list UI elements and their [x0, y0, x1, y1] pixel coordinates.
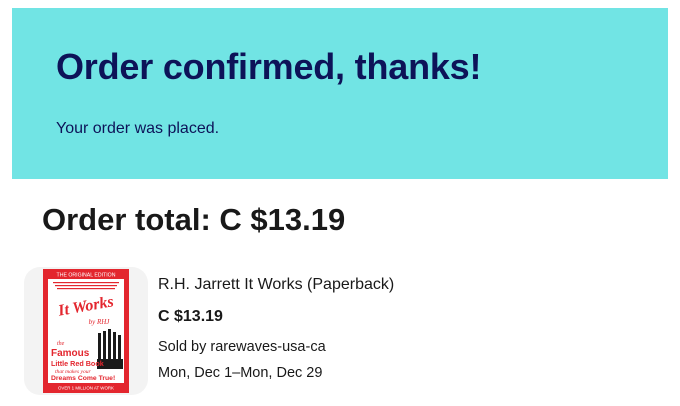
book-author: by RHJ: [89, 318, 111, 326]
confirmation-banner: Order confirmed, thanks! Your order was …: [12, 8, 668, 179]
item-delivery-estimate: Mon, Dec 1–Mon, Dec 29: [158, 365, 323, 381]
confirmation-title: Order confirmed, thanks!: [56, 46, 482, 87]
item-thumbnail[interactable]: THE ORIGINAL EDITION It Works by RHJ the…: [24, 267, 148, 395]
book-line-dreams: Dreams Come True!: [51, 375, 115, 382]
item-title-link[interactable]: R.H. Jarrett It Works (Paperback): [158, 276, 394, 294]
confirmation-subtitle: Your order was placed.: [56, 120, 220, 137]
book-edition-label: THE ORIGINAL EDITION: [57, 273, 116, 279]
book-line-little-red-book: Little Red Book: [51, 359, 104, 368]
order-total: Order total: C $13.19: [42, 202, 346, 237]
item-seller: Sold by rarewaves-usa-ca: [158, 339, 326, 355]
book-line-the: the: [57, 341, 65, 347]
order-confirmation-page: Order confirmed, thanks! Your order was …: [0, 0, 680, 406]
book-footer: OVER 1 MILLION AT WORK: [58, 386, 114, 391]
book-cover-image: THE ORIGINAL EDITION It Works by RHJ the…: [43, 269, 129, 393]
book-top-text-lines: [53, 282, 119, 290]
item-price: C $13.19: [158, 308, 223, 325]
book-line-famous: Famous: [51, 348, 90, 359]
